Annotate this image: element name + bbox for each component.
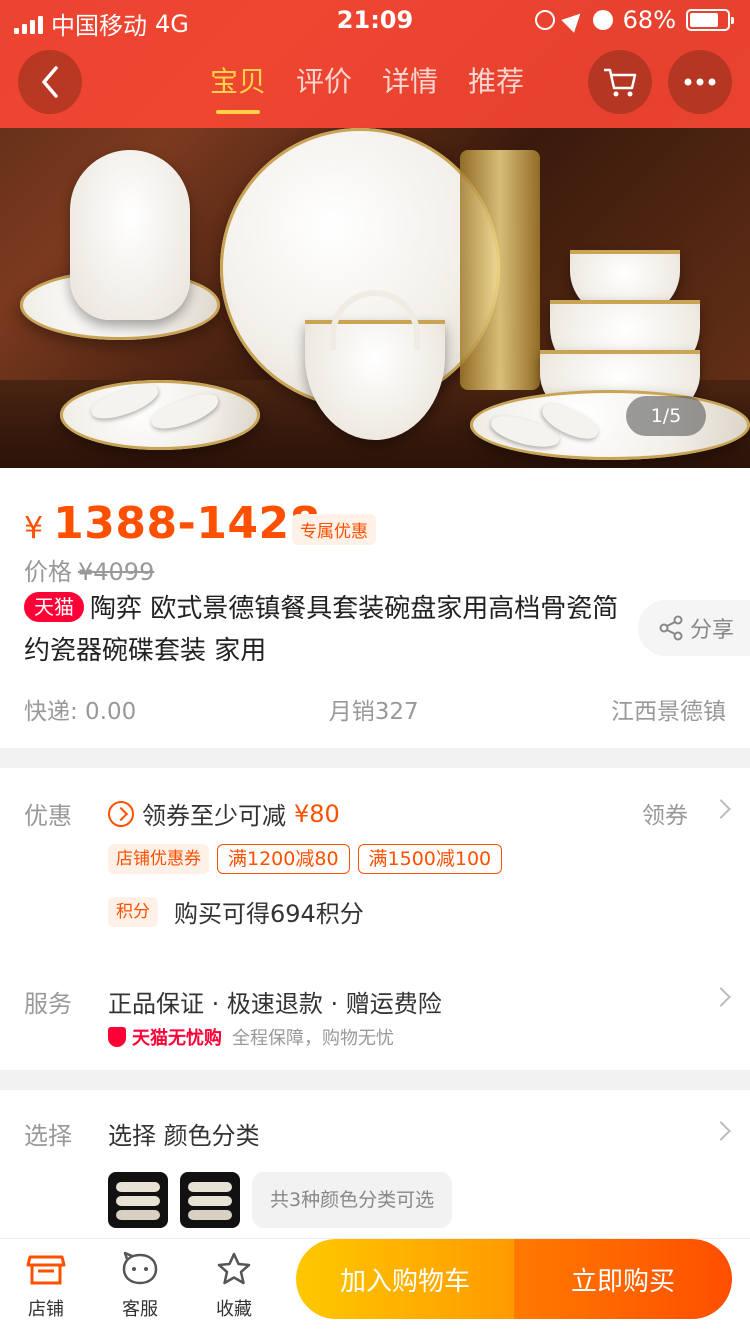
battery-percent: 68% (622, 6, 676, 34)
service-label: 客服 (122, 1299, 158, 1320)
cart-button[interactable] (588, 50, 652, 114)
back-button[interactable] (18, 50, 82, 114)
coupon-row[interactable]: 领券至少可减 ¥80 (108, 796, 340, 831)
shop-coupon-tag: 店铺优惠券 (108, 844, 209, 874)
status-bar: 中国移动 4G 21:09 68% (0, 0, 750, 40)
service-items[interactable]: 正品保证 · 极速退款 · 赠运费险 (108, 984, 442, 1019)
swan-ornament (70, 150, 190, 320)
tmall-badge: 天猫 (24, 592, 84, 622)
get-coupon-button[interactable]: 领券 (642, 796, 688, 830)
tab-recommend[interactable]: 推荐 (468, 60, 524, 114)
shield-icon (108, 1027, 126, 1047)
more-button[interactable] (668, 50, 732, 114)
original-price-label: 价格 (24, 558, 72, 586)
tab-reviews[interactable]: 评价 (296, 60, 352, 114)
alarm-icon (592, 10, 613, 30)
favorite-button[interactable]: 收藏 (194, 1249, 274, 1321)
share-icon (659, 615, 683, 641)
tab-details[interactable]: 详情 (382, 60, 438, 114)
top-nav: 中国移动 4G 21:09 68% 宝贝 评价 详情 推荐 (0, 0, 750, 128)
price-range: 1388-1428 (53, 498, 321, 549)
original-price: ¥4099 (78, 558, 155, 586)
points-text: 购买可得694积分 (174, 900, 364, 928)
chevron-right-icon[interactable] (711, 799, 731, 819)
tab-item[interactable]: 宝贝 (210, 60, 266, 114)
points-tag: 积分 (108, 896, 158, 927)
add-to-cart-button[interactable]: 加入购物车 (296, 1239, 514, 1319)
buy-now-button[interactable]: 立即购买 (514, 1239, 732, 1319)
product-info-card: ¥ 1388-1428 专属优惠 价格 ¥4099 天猫 陶弈 欧式景德镇餐具套装碗… (0, 468, 750, 748)
gallery-counter: 1/5 (626, 396, 706, 436)
star-icon (217, 1252, 251, 1285)
shop-icon (26, 1255, 66, 1285)
more-icon (684, 78, 716, 86)
chevron-right-icon[interactable] (711, 987, 731, 1007)
variant-thumbnail[interactable] (180, 1172, 240, 1228)
title-text: 陶弈 欧式景德镇餐具套装碗盘家用高档骨瓷简约瓷器碗碟套装 家用 (24, 594, 619, 666)
service-label: 服务 (24, 990, 72, 1018)
coupon-tier-1[interactable]: 满1200减80 (217, 844, 350, 874)
variant-thumbnail[interactable] (108, 1172, 168, 1228)
ship-location: 江西景德镇 (611, 699, 726, 725)
back-arrow-icon (42, 66, 58, 98)
coupon-icon (108, 800, 134, 827)
assure-text: 全程保障，购物无忧 (232, 1028, 394, 1049)
share-label: 分享 (690, 618, 735, 643)
select-label: 选择 (24, 1122, 72, 1150)
chat-face-icon (122, 1251, 158, 1285)
share-button[interactable]: 分享 (638, 600, 750, 656)
promo-label: 优惠 (24, 802, 72, 830)
price: ¥ 1388-1428 (24, 498, 321, 549)
variant-thumbnails: 共3种颜色分类可选 (108, 1172, 453, 1228)
points-row: 积分 购买可得694积分 (108, 894, 364, 929)
gold-stand (460, 150, 540, 390)
shop-label: 店铺 (28, 1299, 64, 1320)
coupon-amount: ¥80 (294, 799, 340, 828)
coupon-tier-2[interactable]: 满1500减100 (357, 844, 503, 874)
lock-rotation-icon (534, 10, 555, 30)
monthly-sales: 月销327 (328, 699, 419, 725)
original-price-row: 价格 ¥4099 (24, 552, 154, 587)
chevron-right-icon[interactable] (711, 1121, 731, 1141)
product-meta: 快递: 0.00 月销327 江西景德镇 (24, 692, 726, 726)
coupon-tags: 店铺优惠券 满1200减80 满1500减100 (108, 844, 503, 874)
assure-brand: 天猫无忧购 (132, 1028, 222, 1049)
shipping-fee: 快递: 0.00 (24, 699, 137, 725)
location-icon (560, 7, 587, 33)
coupon-text: 领券至少可减 (142, 802, 286, 830)
select-card[interactable]: 选择 选择 颜色分类 共3种颜色分类可选 (0, 1090, 750, 1240)
tmall-assurance: 天猫无忧购 全程保障，购物无忧 (108, 1024, 394, 1050)
favorite-label: 收藏 (216, 1299, 252, 1320)
battery-icon (686, 9, 734, 31)
currency-symbol: ¥ (24, 511, 44, 546)
cart-icon (604, 68, 637, 97)
nav-tabs: 宝贝 评价 详情 推荐 (210, 60, 524, 114)
shop-button[interactable]: 店铺 (6, 1249, 86, 1321)
select-text: 选择 颜色分类 (108, 1122, 260, 1150)
exclusive-badge: 专属优惠 (292, 514, 376, 545)
bottom-bar: 店铺 客服 收藏 加入购物车 立即购买 (0, 1238, 750, 1334)
customer-service-button[interactable]: 客服 (100, 1249, 180, 1321)
variant-count: 共3种颜色分类可选 (252, 1172, 453, 1228)
product-title: 天猫 陶弈 欧式景德镇餐具套装碗盘家用高档骨瓷简约瓷器碗碟套装 家用 (24, 588, 624, 672)
promotions-card: 优惠 领券至少可减 ¥80 领券 店铺优惠券 满1200减80 满1500减10… (0, 768, 750, 1070)
